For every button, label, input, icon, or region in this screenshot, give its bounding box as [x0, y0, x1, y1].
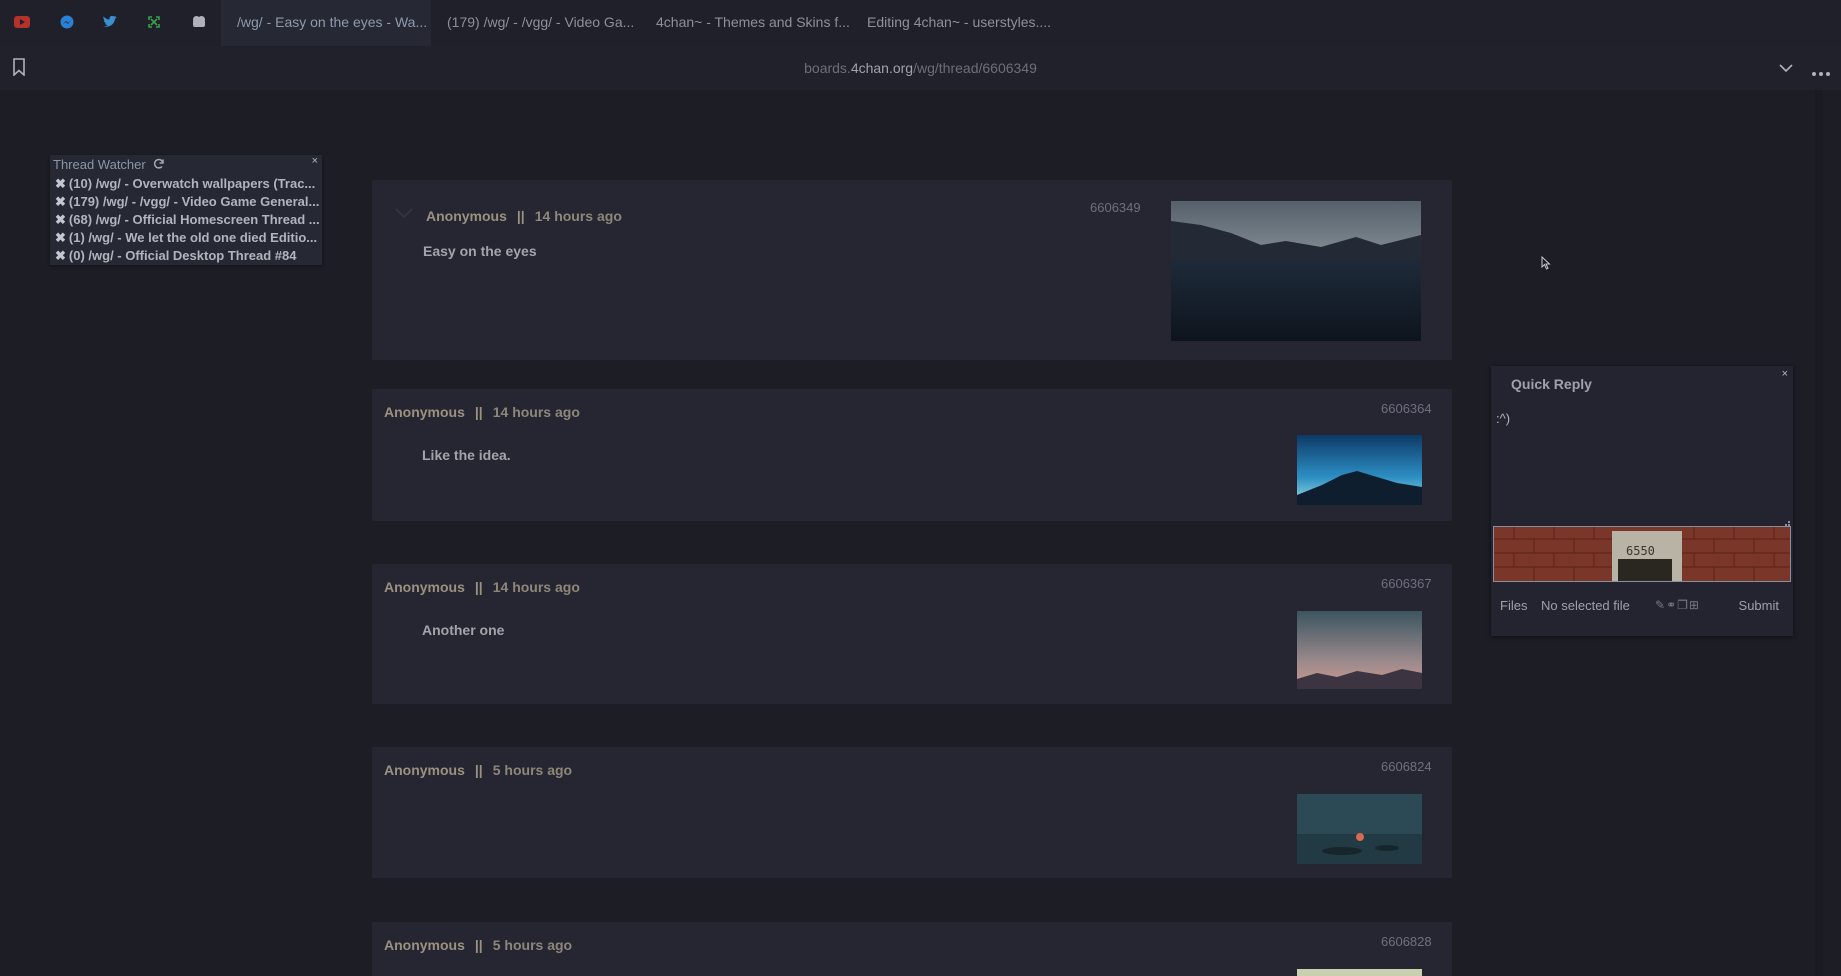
post-image-thumbnail[interactable] [1171, 201, 1421, 341]
post-image-thumbnail[interactable] [1297, 611, 1422, 689]
post-number[interactable]: 6606349 [1090, 200, 1141, 215]
post-time: 14 hours ago [492, 404, 580, 420]
watched-thread-label[interactable]: (0) /wg/ - Official Desktop Thread #84 [69, 248, 297, 263]
post-message: Easy on the eyes [423, 243, 537, 259]
remove-icon[interactable]: ✖ [55, 230, 66, 245]
watched-thread-item[interactable]: ✖ (179) /wg/ - /vgg/ - Video Game General… [55, 193, 319, 211]
quick-reply-title[interactable]: Quick Reply [1511, 376, 1592, 392]
quick-reply-close-button[interactable]: × [1782, 368, 1788, 380]
watched-thread-item[interactable]: ✖ (1) /wg/ - We let the old one died Edit… [55, 229, 319, 247]
copy-icon[interactable]: ❐ [1677, 598, 1689, 612]
header-separator: || [474, 404, 483, 420]
op-post: Anonymous || 14 hours ago 6606349 Easy on … [372, 180, 1452, 360]
selected-file-label: No selected file [1541, 598, 1630, 613]
tab-bar: /wg/ - Easy on the eyes - Wa... (179) /w… [0, 0, 1841, 46]
post-number[interactable]: 6606824 [1381, 759, 1432, 774]
post-menu-icon[interactable] [394, 206, 414, 224]
post-number[interactable]: 6606828 [1381, 934, 1432, 949]
poster-name[interactable]: Anonymous [384, 762, 465, 778]
thread-watcher-list: ✖ (10) /wg/ - Overwatch wallpapers (Trac.… [55, 175, 319, 265]
remove-icon[interactable]: ✖ [55, 176, 66, 191]
captcha-text: 6550 [1626, 544, 1655, 558]
thread-watcher-close-button[interactable]: × [312, 155, 318, 167]
remove-icon[interactable]: ✖ [55, 212, 66, 227]
tab-editing-userstyles[interactable]: Editing 4chan~ - userstyles.... [851, 0, 1061, 46]
scrollbar[interactable] [1815, 90, 1823, 976]
post-time: 14 hours ago [492, 579, 580, 595]
watched-thread-label[interactable]: (1) /wg/ - We let the old one died Editi… [69, 230, 317, 245]
poster-name[interactable]: Anonymous [384, 579, 465, 595]
post-header: Anonymous || 14 hours ago [384, 404, 580, 420]
url-host: 4chan.org [850, 60, 914, 76]
post-header: Anonymous || 5 hours ago [384, 762, 572, 778]
url-path: /wg/thread/6606349 [913, 60, 1037, 76]
watched-thread-item[interactable]: ✖ (68) /wg/ - Official Homescreen Thread … [55, 211, 319, 229]
post-message: Like the idea. [422, 447, 511, 463]
comment-field[interactable]: :^) [1491, 406, 1793, 526]
thread-watcher-title: Thread Watcher [53, 157, 165, 173]
thread-watcher-title-text: Thread Watcher [53, 157, 146, 172]
tab-wg-easy-on-the-eyes[interactable]: /wg/ - Easy on the eyes - Wa... [221, 0, 431, 46]
watched-thread-label[interactable]: (10) /wg/ - Overwatch wallpapers (Trac..… [69, 176, 315, 191]
reply-post: Anonymous || 5 hours ago 6606824 [372, 747, 1452, 878]
files-button[interactable]: Files [1500, 598, 1527, 613]
poster-name[interactable]: Anonymous [384, 404, 465, 420]
post-number[interactable]: 6606367 [1381, 576, 1432, 591]
url-prefix: boards. [804, 60, 851, 76]
post-header: Anonymous || 14 hours ago [426, 208, 622, 224]
post-number[interactable]: 6606364 [1381, 401, 1432, 416]
watched-thread-item[interactable]: ✖ (10) /wg/ - Overwatch wallpapers (Trac.… [55, 175, 319, 193]
header-separator: || [516, 208, 525, 224]
mouse-cursor-icon [1541, 255, 1551, 275]
post-header: Anonymous || 5 hours ago [384, 937, 572, 953]
thread-watcher: Thread Watcher × ✖ (10) /wg/ - Overwatch … [50, 155, 322, 265]
submit-button[interactable]: Submit [1739, 598, 1779, 613]
reply-post: Anonymous || 14 hours ago 6606367 Another … [372, 564, 1452, 704]
post-time: 5 hours ago [492, 937, 573, 953]
expand-icon[interactable] [142, 10, 166, 34]
file-row: Files No selected file ✎⚭❐⊞ Submit [1491, 592, 1793, 622]
header-separator: || [474, 937, 483, 953]
post-image-thumbnail[interactable] [1297, 969, 1422, 976]
post-message: Another one [422, 622, 505, 638]
post-time: 5 hours ago [492, 762, 573, 778]
post-image-thumbnail[interactable] [1297, 794, 1422, 864]
messenger-icon[interactable] [55, 10, 79, 34]
header-separator: || [474, 762, 483, 778]
tab-vgg[interactable]: (179) /wg/ - /vgg/ - Video Ga... [431, 0, 640, 46]
quick-reply-panel: Quick Reply × :^) 6550 Files No selected… [1491, 366, 1793, 636]
watched-thread-item[interactable]: ✖ (0) /wg/ - Official Desktop Thread #84 [55, 247, 319, 265]
poster-name[interactable]: Anonymous [426, 208, 507, 224]
chevron-down-icon[interactable] [1779, 60, 1793, 78]
captcha-image[interactable]: 6550 [1493, 526, 1791, 582]
remove-icon[interactable]: ✖ [55, 248, 66, 263]
4chan-clover-icon[interactable] [187, 10, 211, 34]
address-bar: boards.4chan.org/wg/thread/6606349 [0, 46, 1841, 90]
add-icon[interactable]: ⊞ [1689, 598, 1700, 612]
remove-icon[interactable]: ✖ [55, 194, 66, 209]
watched-thread-label[interactable]: (179) /wg/ - /vgg/ - Video Game General.… [69, 194, 319, 209]
tab-themes-and-skins[interactable]: 4chan~ - Themes and Skins f... [640, 0, 849, 46]
more-options-icon[interactable] [1812, 64, 1830, 82]
link-icon[interactable]: ⚭ [1666, 598, 1677, 612]
edit-icon[interactable]: ✎ [1655, 598, 1666, 612]
watched-thread-label[interactable]: (68) /wg/ - Official Homescreen Thread .… [69, 212, 319, 227]
youtube-icon[interactable] [10, 10, 34, 34]
file-tools: ✎⚭❐⊞ [1655, 598, 1700, 612]
reply-post: Anonymous || 14 hours ago 6606364 Like the… [372, 389, 1452, 521]
reply-post: Anonymous || 5 hours ago 6606828 [372, 922, 1452, 976]
url-field[interactable]: boards.4chan.org/wg/thread/6606349 [0, 60, 1841, 76]
twitter-icon[interactable] [98, 10, 122, 34]
header-separator: || [474, 579, 483, 595]
post-time: 14 hours ago [534, 208, 622, 224]
post-header: Anonymous || 14 hours ago [384, 579, 580, 595]
refresh-icon[interactable] [153, 158, 165, 173]
poster-name[interactable]: Anonymous [384, 937, 465, 953]
post-image-thumbnail[interactable] [1297, 435, 1422, 505]
